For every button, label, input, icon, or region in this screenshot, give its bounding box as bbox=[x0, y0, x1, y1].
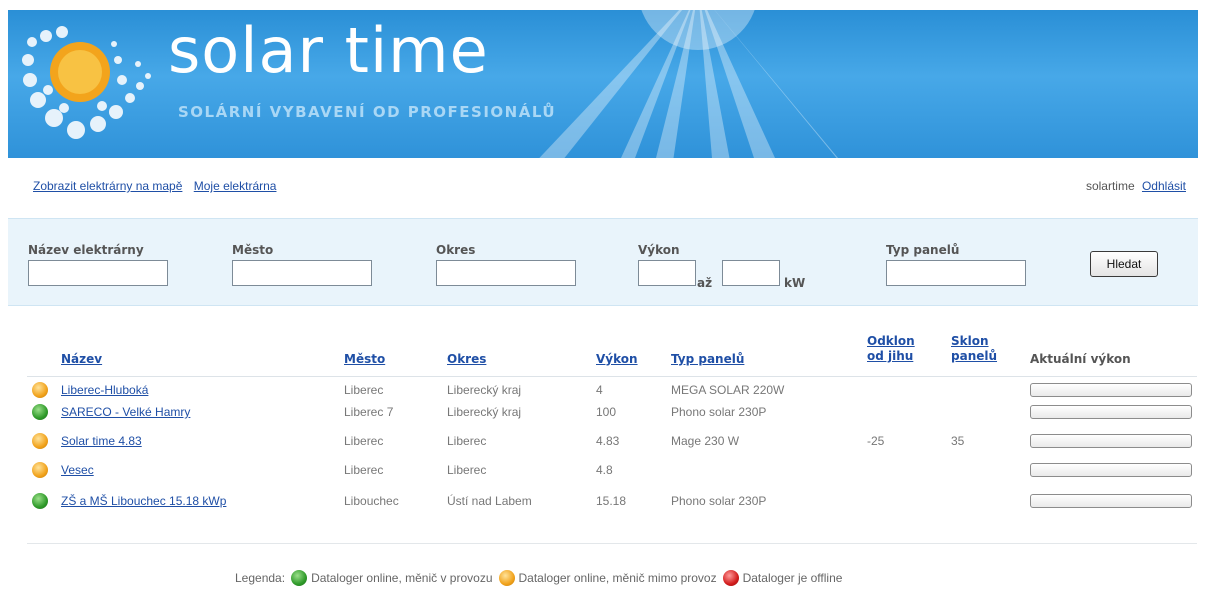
orange-status-icon bbox=[32, 462, 48, 478]
legend-green-text: Dataloger online, měnič v provozu bbox=[311, 571, 493, 585]
plant-name-input[interactable] bbox=[28, 260, 168, 286]
logout-link[interactable]: Odhlásit bbox=[1142, 179, 1186, 193]
cell-city: Liberec bbox=[344, 383, 384, 397]
orange-status-icon bbox=[32, 433, 48, 449]
search-button[interactable]: Hledat bbox=[1090, 251, 1158, 277]
cell-power: 15.18 bbox=[596, 494, 627, 508]
username: solartime bbox=[1085, 179, 1135, 193]
plant-name-link[interactable]: Vesec bbox=[61, 461, 94, 479]
cell-tilt: 35 bbox=[951, 434, 965, 448]
cell-panel: Phono solar 230P bbox=[671, 494, 767, 508]
power-label: Výkon bbox=[638, 243, 680, 257]
cell-city: Liberec bbox=[344, 434, 384, 448]
user-box: solartime Odhlásit bbox=[1086, 179, 1186, 193]
orange-status-icon bbox=[32, 382, 48, 398]
cell-panel: Phono solar 230P bbox=[671, 405, 767, 419]
col-header-panel[interactable]: Typ panelů bbox=[671, 352, 744, 367]
table-row: SARECO - Velké Hamry Liberec 7 Liberecký k… bbox=[0, 403, 1205, 425]
table-row: ZŠ a MŠ Libouchec 15.18 kWp Libouchec Ústí… bbox=[0, 492, 1205, 514]
plant-name-link[interactable]: SARECO - Velké Hamry bbox=[61, 403, 190, 421]
green-status-icon bbox=[32, 404, 48, 420]
col-header-power[interactable]: Výkon bbox=[596, 352, 638, 367]
cell-district: Ústí nad Labem bbox=[447, 494, 532, 508]
current-power-bar bbox=[1030, 434, 1192, 448]
panel-type-label: Typ panelů bbox=[886, 243, 960, 257]
city-label: Město bbox=[232, 243, 274, 257]
legend-green-status-icon bbox=[291, 570, 308, 586]
plant-name-label: Název elektrárny bbox=[28, 243, 144, 257]
brand-tagline: SOLÁRNÍ VYBAVENÍ OD PROFESIONÁLŮ bbox=[178, 103, 557, 121]
cell-district: Liberec bbox=[447, 434, 487, 448]
district-label: Okres bbox=[436, 243, 476, 257]
cell-power: 4.8 bbox=[596, 463, 613, 477]
plant-name-link[interactable]: ZŠ a MŠ Libouchec 15.18 kWp bbox=[61, 492, 226, 510]
cell-power: 100 bbox=[596, 405, 617, 419]
cell-power: 4.83 bbox=[596, 434, 620, 448]
col-header-deviation[interactable]: Odklon od jihu bbox=[867, 334, 927, 364]
sun-rays-graphic bbox=[539, 10, 838, 158]
green-status-icon bbox=[32, 493, 48, 509]
col-header-district[interactable]: Okres bbox=[447, 352, 486, 367]
col-header-city[interactable]: Město bbox=[344, 352, 385, 367]
cell-city: Libouchec bbox=[344, 494, 399, 508]
legend: Legenda: Dataloger online, měnič v provo… bbox=[235, 570, 842, 586]
power-to-input[interactable] bbox=[722, 260, 780, 286]
legend-red-text: Dataloger je offline bbox=[742, 571, 843, 585]
power-from-input[interactable] bbox=[638, 260, 696, 286]
top-nav: Zobrazit elektrárny na mapě Moje elektrá… bbox=[33, 179, 284, 193]
table-bottom-divider bbox=[27, 543, 1197, 544]
district-input[interactable] bbox=[436, 260, 576, 286]
legend-red-status-icon bbox=[722, 570, 739, 586]
city-input[interactable] bbox=[232, 260, 372, 286]
power-to-label: až bbox=[697, 276, 713, 290]
nav-link-my-plant[interactable]: Moje elektrárna bbox=[194, 179, 277, 193]
cell-panel: MEGA SOLAR 220W bbox=[671, 383, 785, 397]
legend-title: Legenda: bbox=[235, 571, 286, 585]
table-row: Solar time 4.83 Liberec Liberec 4.83 Mage 23… bbox=[0, 432, 1205, 454]
current-power-bar bbox=[1030, 494, 1192, 508]
current-power-bar bbox=[1030, 463, 1192, 477]
search-panel: Název elektrárny Město Okres Výkon až kW… bbox=[8, 218, 1198, 306]
legend-orange-text: Dataloger online, měnič mimo provoz bbox=[518, 571, 717, 585]
logo-icon bbox=[22, 26, 151, 139]
cell-deviation: -25 bbox=[867, 434, 885, 448]
cell-city: Liberec 7 bbox=[344, 405, 394, 419]
table-row: Liberec-Hluboká Liberec Liberecký kraj 4 MEG… bbox=[0, 381, 1205, 403]
power-unit-label: kW bbox=[784, 276, 806, 290]
current-power-bar bbox=[1030, 405, 1192, 419]
cell-district: Liberec bbox=[447, 463, 487, 477]
current-power-bar bbox=[1030, 383, 1192, 397]
cell-district: Liberecký kraj bbox=[447, 405, 522, 419]
plant-name-link[interactable]: Liberec-Hluboká bbox=[61, 381, 148, 399]
header-divider bbox=[27, 376, 1197, 377]
legend-orange-status-icon bbox=[498, 570, 515, 586]
col-header-current-power: Aktuální výkon bbox=[1030, 352, 1131, 366]
table-row: Vesec Liberec Liberec 4.8 bbox=[0, 461, 1205, 483]
cell-city: Liberec bbox=[344, 463, 384, 477]
header-banner: solar time SOLÁRNÍ VYBAVENÍ OD PROFESION… bbox=[8, 10, 1198, 158]
nav-link-map[interactable]: Zobrazit elektrárny na mapě bbox=[33, 179, 182, 193]
plant-name-link[interactable]: Solar time 4.83 bbox=[61, 432, 142, 450]
panel-type-input[interactable] bbox=[886, 260, 1026, 286]
cell-panel: Mage 230 W bbox=[671, 434, 740, 448]
col-header-tilt[interactable]: Sklon panelů bbox=[951, 334, 1007, 364]
col-header-name[interactable]: Název bbox=[61, 352, 102, 367]
cell-district: Liberecký kraj bbox=[447, 383, 522, 397]
brand-name: solar time bbox=[168, 14, 489, 87]
cell-power: 4 bbox=[596, 383, 603, 397]
